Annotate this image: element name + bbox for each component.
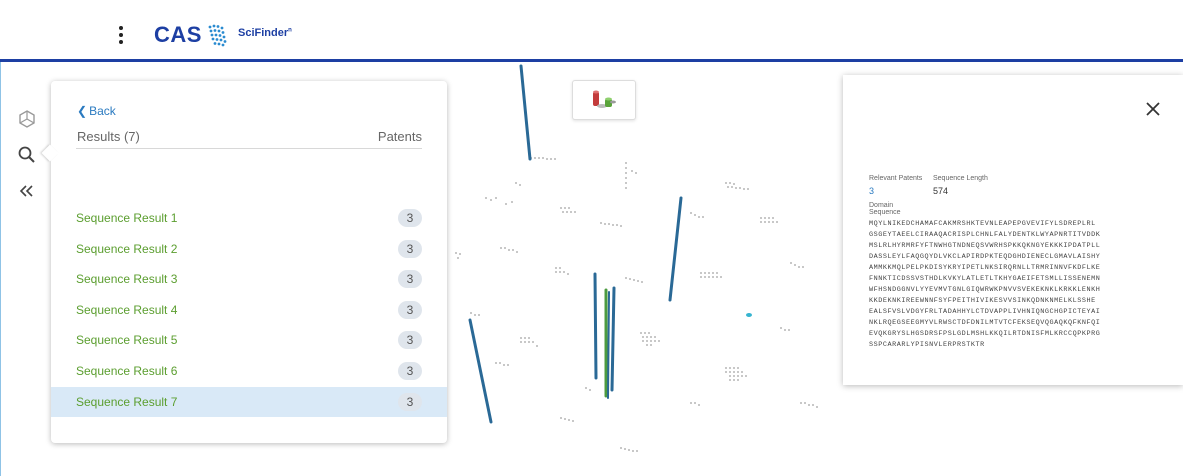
sequence-line: NKLRQEGSEEGMYVLRWSCTDFDNILMTVTCFEKSEQVQG…	[869, 319, 1101, 327]
sequence-bar-1	[519, 64, 532, 161]
sequence-label: Sequence	[869, 209, 901, 216]
result-name-link[interactable]: Sequence Result 6	[76, 364, 177, 378]
relevant-patents-label: Relevant Patents	[869, 175, 923, 182]
search-icon[interactable]	[16, 144, 38, 166]
sequence-bar-7	[468, 318, 493, 424]
left-toolbar	[14, 108, 44, 208]
results-title: Results (7)	[77, 129, 140, 144]
back-label: Back	[89, 104, 116, 118]
brand-name: CAS	[154, 22, 202, 47]
sequence-detail-panel: Relevant Patents Sequence Length 3 574 D…	[843, 75, 1183, 385]
patent-count-badge[interactable]: 3	[398, 270, 422, 289]
result-row[interactable]: Sequence Result 5 3	[51, 325, 447, 356]
result-name-link[interactable]: Sequence Result 4	[76, 303, 177, 317]
sequence-bar-2	[668, 196, 683, 302]
selected-point-marker	[746, 313, 752, 317]
sequence-line: AMMKKMQLPELPKDISYKRYIPETLNKSIRQRNLLTRMRI…	[869, 264, 1101, 272]
patent-count-badge[interactable]: 3	[398, 361, 422, 380]
result-row[interactable]: Sequence Result 3 3	[51, 264, 447, 295]
patents-column-header: Patents	[377, 129, 422, 144]
patent-count-badge[interactable]: 3	[398, 392, 422, 411]
result-row[interactable]: Sequence Result 6 3	[51, 356, 447, 387]
landscape-dot-clusters	[455, 157, 818, 452]
result-row[interactable]: Sequence Result 1 3	[51, 203, 447, 234]
result-name-link[interactable]: Sequence Result 2	[76, 242, 177, 256]
sequence-bar-3	[593, 272, 598, 380]
domain-label: Domain	[869, 202, 894, 209]
result-row[interactable]: Sequence Result 7 3	[51, 386, 447, 418]
sequence-length-value: 574	[933, 186, 949, 196]
legend-icon	[593, 90, 616, 108]
cas-logo-mark-icon	[208, 24, 227, 47]
product-name: SciFindern	[238, 27, 292, 39]
structure-icon[interactable]	[16, 108, 38, 130]
more-menu-icon[interactable]	[113, 24, 129, 46]
collapse-icon[interactable]	[16, 180, 38, 202]
search-results-panel: ❮ Back Results (7) Patents Sequence Resul…	[41, 81, 447, 443]
result-name-link[interactable]: Sequence Result 1	[76, 211, 177, 225]
patent-count-badge[interactable]: 3	[398, 209, 422, 227]
sequence-bar-4	[610, 286, 616, 392]
sequence-line: DASSLEYLFAQGQYDLVKCLAPIRDPKTEQDGHDIENECL…	[869, 253, 1101, 261]
sequence-line: FNNKTICDSSVSTHDLKVKYLATLETLTKHYGAEIFETSM…	[869, 275, 1101, 283]
legend-toggle-button[interactable]	[572, 80, 636, 120]
sequence-line: MSLRLHYRMRFYFTNWHGTNDNEQSVWRHSPKKQKNGYEK…	[869, 242, 1101, 250]
result-name-link[interactable]: Sequence Result 5	[76, 333, 177, 347]
sequence-line: KKDEKNKIREEWNNFSYFPEITHIVIKESVVSINKQDNKN…	[869, 297, 1096, 305]
sequence-line: WFHSNDGGNVLYYEVMVTGNLGIQWRWKPNVVSVEKEKNK…	[869, 286, 1101, 294]
sequence-text: MQYLNIKEDCHAMAFCAKMRSHKTEVNLEAPEPGVEVIFY…	[869, 219, 1169, 351]
app-header: CAS SciFindern	[0, 0, 1183, 59]
chevron-left-icon: ❮	[77, 104, 88, 118]
patent-count-badge[interactable]: 3	[398, 239, 422, 258]
sequence-line: EVQKGRYSLHGSDRSFPSLGDLMSHLKKQILRTDNISFML…	[869, 330, 1101, 338]
sequence-line: GSGEYTAEELCIRAAQACRISPLCHNLFALYDENTKLWYA…	[869, 231, 1101, 239]
sequence-bar-6	[607, 291, 610, 399]
result-name-link[interactable]: Sequence Result 3	[76, 272, 177, 286]
sequence-length-label: Sequence Length	[933, 175, 988, 182]
result-row[interactable]: Sequence Result 4 3	[51, 295, 447, 326]
patent-count-badge[interactable]: 3	[398, 331, 422, 350]
relevant-patents-link[interactable]: 3	[869, 186, 874, 196]
sequence-line: MQYLNIKEDCHAMAFCAKMRSHKTEVNLEAPEPGVEVIFY…	[869, 220, 1096, 228]
close-icon[interactable]	[1143, 99, 1163, 119]
result-name-link[interactable]: Sequence Result 7	[76, 395, 177, 409]
result-list: Sequence Result 1 3 Sequence Result 2 3 Sequ…	[51, 203, 447, 418]
back-button[interactable]: ❮ Back	[77, 104, 116, 118]
patent-count-badge[interactable]: 3	[398, 300, 422, 319]
sequence-line: SSPCARARLYPISNVLERPRSTKTR	[869, 341, 985, 349]
panel-divider	[76, 148, 422, 149]
result-row[interactable]: Sequence Result 2 3	[51, 234, 447, 265]
sequence-line: EALSFVSLVDGYFRLTADAHHYLCTDVAPPLIVHNIQNGC…	[869, 308, 1101, 316]
